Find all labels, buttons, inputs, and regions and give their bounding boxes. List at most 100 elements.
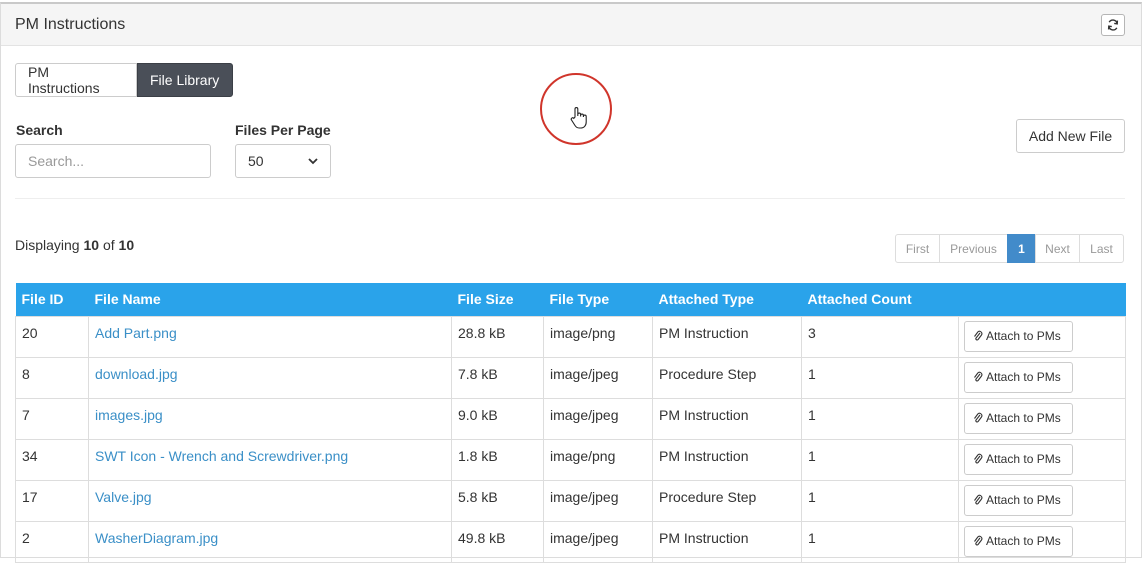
cell-actions: Attach to PMs	[958, 315, 1126, 358]
cell-file-name: download.jpg	[88, 356, 452, 399]
column-header-attached-type[interactable]: Attached Type	[652, 283, 802, 316]
attach-to-pms-label: Attach to PMs	[986, 329, 1061, 343]
tab-pm-instructions[interactable]: PM Instructions	[15, 63, 137, 97]
attach-to-pms-button[interactable]: Attach to PMs	[964, 443, 1073, 475]
paperclip-icon	[974, 412, 983, 423]
pagination: First Previous 1 Next Last	[895, 234, 1124, 263]
attach-to-pms-button[interactable]: Attach to PMs	[964, 484, 1073, 516]
cell-file-type: image/jpeg	[543, 520, 653, 563]
divider	[15, 198, 1125, 199]
add-new-file-button[interactable]: Add New File	[1016, 119, 1125, 153]
cell-file-size: 9.0 kB	[451, 397, 544, 440]
chevron-down-icon	[308, 157, 318, 164]
cell-actions: Attach to PMs	[958, 438, 1126, 481]
cell-attached-count: 1	[801, 397, 959, 440]
cell-file-name: SWT Icon - Wrench and Screwdriver.png	[88, 438, 452, 481]
cell-file-id: 17	[15, 479, 89, 522]
attach-to-pms-label: Attach to PMs	[986, 370, 1061, 384]
cell-attached-type: PM Instruction	[652, 397, 802, 440]
paperclip-icon	[974, 494, 983, 505]
cell-file-name: images.jpg	[88, 397, 452, 440]
cell-attached-type: PM Instruction	[652, 315, 802, 358]
cell-attached-count: 1	[801, 438, 959, 481]
table-header-row: File ID File Name File Size File Type At…	[15, 283, 1126, 316]
refresh-icon	[1107, 19, 1119, 31]
cell-file-size: 7.8 kB	[451, 356, 544, 399]
table-row: 2 WasherDiagram.jpg 49.8 kB image/jpeg P…	[15, 520, 1126, 563]
cell-actions: Attach to PMs	[958, 397, 1126, 440]
cell-actions: Attach to PMs	[958, 520, 1126, 563]
cell-file-id: 20	[15, 315, 89, 358]
displaying-count: Displaying 10 of 10	[15, 237, 134, 253]
cell-file-type: image/jpeg	[543, 356, 653, 399]
hand-cursor-icon	[570, 107, 587, 129]
attach-to-pms-button[interactable]: Attach to PMs	[964, 361, 1073, 393]
attach-to-pms-button[interactable]: Attach to PMs	[964, 402, 1073, 434]
tab-file-library[interactable]: File Library	[137, 63, 233, 97]
cell-file-size: 5.8 kB	[451, 479, 544, 522]
cell-attached-type: Procedure Step	[652, 356, 802, 399]
cell-file-size: 28.8 kB	[451, 315, 544, 358]
table-row: 7 images.jpg 9.0 kB image/jpeg PM Instru…	[15, 397, 1126, 440]
pagination-first[interactable]: First	[895, 234, 940, 263]
cell-file-id: 34	[15, 438, 89, 481]
file-name-link[interactable]: download.jpg	[95, 366, 178, 382]
paperclip-icon	[974, 371, 983, 382]
cell-file-name: Add Part.png	[88, 315, 452, 358]
column-header-attached-count[interactable]: Attached Count	[801, 283, 959, 316]
cell-file-id: 7	[15, 397, 89, 440]
panel-heading: PM Instructions	[1, 4, 1141, 46]
table-row: 20 Add Part.png 28.8 kB image/png PM Ins…	[15, 315, 1126, 358]
panel-title: PM Instructions	[15, 16, 126, 33]
attach-to-pms-button[interactable]: Attach to PMs	[964, 525, 1073, 557]
pagination-previous[interactable]: Previous	[939, 234, 1008, 263]
cell-file-type: image/png	[543, 438, 653, 481]
attach-to-pms-label: Attach to PMs	[986, 452, 1061, 466]
column-header-file-size[interactable]: File Size	[451, 283, 544, 316]
attach-to-pms-button[interactable]: Attach to PMs	[964, 320, 1073, 352]
pagination-last[interactable]: Last	[1079, 234, 1124, 263]
cell-file-size: 1.8 kB	[451, 438, 544, 481]
cell-file-type: image/png	[543, 315, 653, 358]
search-label: Search	[16, 122, 63, 138]
cell-file-id: 8	[15, 356, 89, 399]
displaying-shown: 10	[83, 237, 100, 253]
files-per-page-select[interactable]: 50	[235, 144, 331, 178]
paperclip-icon	[974, 330, 983, 341]
cell-attached-type: PM Instruction	[652, 438, 802, 481]
column-header-file-id[interactable]: File ID	[15, 283, 89, 316]
search-input[interactable]	[15, 144, 211, 178]
displaying-of: of	[102, 237, 115, 253]
cell-file-name: WasherDiagram.jpg	[88, 520, 452, 563]
cell-attached-count: 1	[801, 520, 959, 563]
cell-actions: Attach to PMs	[958, 479, 1126, 522]
cell-file-id: 2	[15, 520, 89, 563]
cell-attached-type: PM Instruction	[652, 520, 802, 563]
file-table: File ID File Name File Size File Type At…	[15, 283, 1126, 563]
file-name-link[interactable]: Valve.jpg	[95, 489, 152, 505]
file-name-link[interactable]: images.jpg	[95, 407, 163, 423]
tab-group: PM Instructions File Library	[15, 63, 233, 97]
refresh-button[interactable]	[1101, 14, 1125, 36]
attach-to-pms-label: Attach to PMs	[986, 493, 1061, 507]
table-row: 34 SWT Icon - Wrench and Screwdriver.png…	[15, 438, 1126, 481]
cell-attached-type: Procedure Step	[652, 479, 802, 522]
displaying-prefix: Displaying	[15, 237, 80, 253]
cell-file-size: 49.8 kB	[451, 520, 544, 563]
file-name-link[interactable]: WasherDiagram.jpg	[95, 530, 218, 546]
paperclip-icon	[974, 453, 983, 464]
table-row: 17 Valve.jpg 5.8 kB image/jpeg Procedure…	[15, 479, 1126, 522]
file-name-link[interactable]: SWT Icon - Wrench and Screwdriver.png	[95, 448, 348, 464]
column-header-file-type[interactable]: File Type	[543, 283, 653, 316]
files-per-page-value: 50	[248, 153, 264, 169]
file-name-link[interactable]: Add Part.png	[95, 325, 177, 341]
cell-file-type: image/jpeg	[543, 397, 653, 440]
pagination-current-page[interactable]: 1	[1007, 234, 1036, 263]
cell-attached-count: 1	[801, 479, 959, 522]
column-header-actions	[958, 283, 1126, 316]
pagination-next[interactable]: Next	[1035, 234, 1080, 263]
attach-to-pms-label: Attach to PMs	[986, 534, 1061, 548]
cell-file-name: Valve.jpg	[88, 479, 452, 522]
column-header-file-name[interactable]: File Name	[88, 283, 452, 316]
files-per-page-label: Files Per Page	[235, 122, 331, 138]
